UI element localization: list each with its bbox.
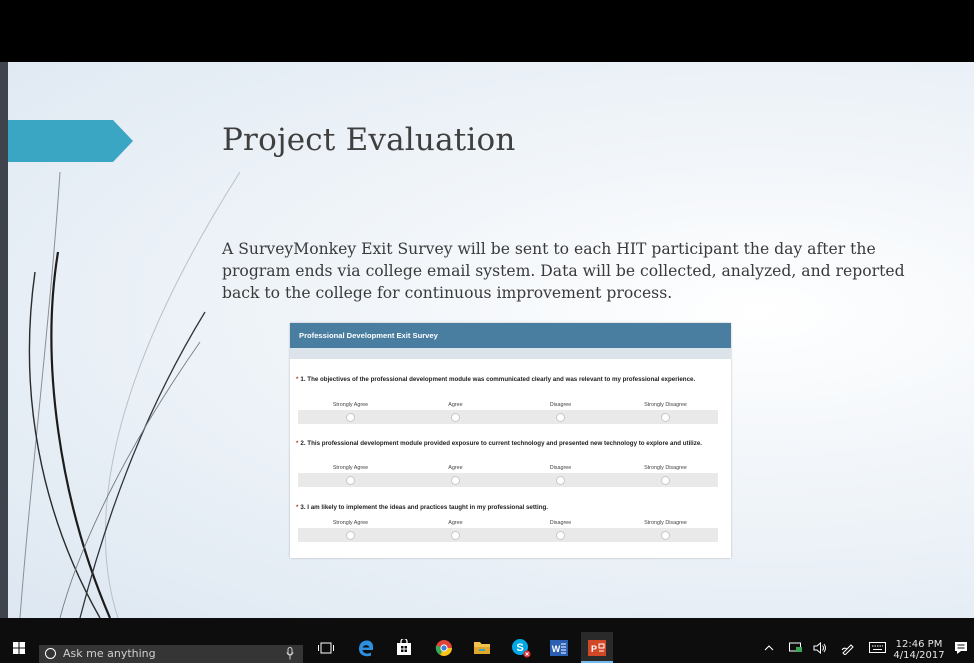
svg-text:W: W xyxy=(552,644,561,654)
volume-button[interactable] xyxy=(810,632,830,663)
microphone-icon[interactable] xyxy=(286,647,294,660)
choice-label: Disagree xyxy=(549,465,572,471)
windows-logo-icon xyxy=(13,641,25,654)
radio-strongly-agree[interactable] xyxy=(346,475,355,485)
word-button[interactable]: W xyxy=(543,632,575,663)
survey-header: Professional Development Exit Survey xyxy=(290,323,731,348)
required-mark: * xyxy=(296,440,299,447)
choice-label: Disagree xyxy=(549,520,572,526)
search-placeholder: Ask me anything xyxy=(63,647,156,660)
survey-subheader-band xyxy=(290,348,731,359)
choice-label: Agree xyxy=(448,402,463,408)
radio-disagree[interactable] xyxy=(556,412,565,422)
radio-agree[interactable] xyxy=(451,475,460,485)
task-view-icon xyxy=(318,642,334,653)
edge-button[interactable] xyxy=(350,632,382,663)
choice-label: Strongly Agree xyxy=(332,520,369,526)
choice-label: Disagree xyxy=(549,402,572,408)
powerpoint-button[interactable]: P xyxy=(581,632,613,663)
survey-choices-3: Strongly Agree Agree Disagree Strongly D… xyxy=(298,519,718,542)
radio-strongly-agree[interactable] xyxy=(346,412,355,422)
question-text: 3. I am likely to implement the ideas an… xyxy=(300,504,548,511)
skype-button[interactable]: S xyxy=(505,632,537,663)
chevron-up-icon xyxy=(764,645,774,651)
cortana-icon xyxy=(45,648,56,659)
skype-icon: S xyxy=(512,638,531,658)
choice-label: Agree xyxy=(448,520,463,526)
word-icon: W xyxy=(550,639,568,656)
file-explorer-icon xyxy=(474,642,490,654)
clock-time: 12:46 PM xyxy=(895,639,943,650)
radio-agree[interactable] xyxy=(451,412,460,422)
choice-label: Strongly Disagree xyxy=(644,520,687,526)
start-button[interactable] xyxy=(0,632,38,663)
tray-app-button[interactable] xyxy=(786,632,806,663)
show-hidden-icons-button[interactable] xyxy=(760,632,778,663)
file-explorer-button[interactable] xyxy=(466,632,498,663)
speaker-icon xyxy=(813,641,826,654)
radio-strongly-disagree[interactable] xyxy=(661,530,670,540)
choice-label: Strongly Disagree xyxy=(644,402,687,408)
radio-strongly-agree[interactable] xyxy=(346,530,355,540)
radio-strongly-disagree[interactable] xyxy=(661,475,670,485)
survey-choices-1: Strongly Agree Agree Disagree Strongly D… xyxy=(298,401,718,424)
task-view-button[interactable] xyxy=(312,632,340,663)
action-center-button[interactable] xyxy=(950,632,972,663)
survey-question-1: * 1. The objectives of the professional d… xyxy=(296,376,726,385)
clock-date: 4/14/2017 xyxy=(893,650,945,661)
tray-app-icon xyxy=(789,642,802,652)
choice-label: Strongly Agree xyxy=(332,402,369,408)
store-icon xyxy=(397,639,411,655)
survey-choices-2: Strongly Agree Agree Disagree Strongly D… xyxy=(298,464,718,487)
survey-screenshot: Professional Development Exit Survey * 1.… xyxy=(290,323,731,558)
required-mark: * xyxy=(296,504,299,511)
radio-disagree[interactable] xyxy=(556,530,565,540)
store-button[interactable] xyxy=(388,632,420,663)
required-mark: * xyxy=(296,376,299,383)
choice-label: Strongly Disagree xyxy=(644,465,687,471)
slide: Project Evaluation A SurveyMonkey Exit S… xyxy=(0,62,974,618)
touch-keyboard-button[interactable] xyxy=(866,632,888,663)
title-arrow-shape xyxy=(8,120,133,162)
pen-icon xyxy=(841,643,854,655)
slide-title: Project Evaluation xyxy=(222,122,516,158)
question-text: 1. The objectives of the professional de… xyxy=(300,376,696,383)
chrome-icon xyxy=(435,639,452,656)
pen-workspace-button[interactable] xyxy=(838,632,858,663)
slide-body-text: A SurveyMonkey Exit Survey will be sent … xyxy=(222,240,905,302)
survey-question-3: * 3. I am likely to implement the ideas a… xyxy=(296,504,726,513)
choice-label: Agree xyxy=(448,465,463,471)
radio-strongly-disagree[interactable] xyxy=(661,412,670,422)
chrome-button[interactable] xyxy=(428,632,460,663)
keyboard-icon xyxy=(868,642,886,653)
svg-text:S: S xyxy=(516,642,523,654)
clock[interactable]: 12:46 PM 4/14/2017 xyxy=(893,639,945,661)
svg-text:P: P xyxy=(591,644,597,654)
question-text: 2. This professional development module … xyxy=(300,440,702,447)
cortana-search-box[interactable]: Ask me anything xyxy=(39,645,303,663)
radio-agree[interactable] xyxy=(451,530,460,540)
edge-icon xyxy=(359,640,374,656)
windows-taskbar: Ask me anything S W P 12:46 PM 4/14/2017 xyxy=(0,618,974,663)
choice-label: Strongly Agree xyxy=(332,465,369,471)
survey-question-2: * 2. This professional development module… xyxy=(296,440,726,449)
radio-disagree[interactable] xyxy=(556,475,565,485)
presentation-top-bar xyxy=(0,0,974,62)
powerpoint-icon: P xyxy=(588,639,606,656)
notification-icon xyxy=(955,641,967,654)
